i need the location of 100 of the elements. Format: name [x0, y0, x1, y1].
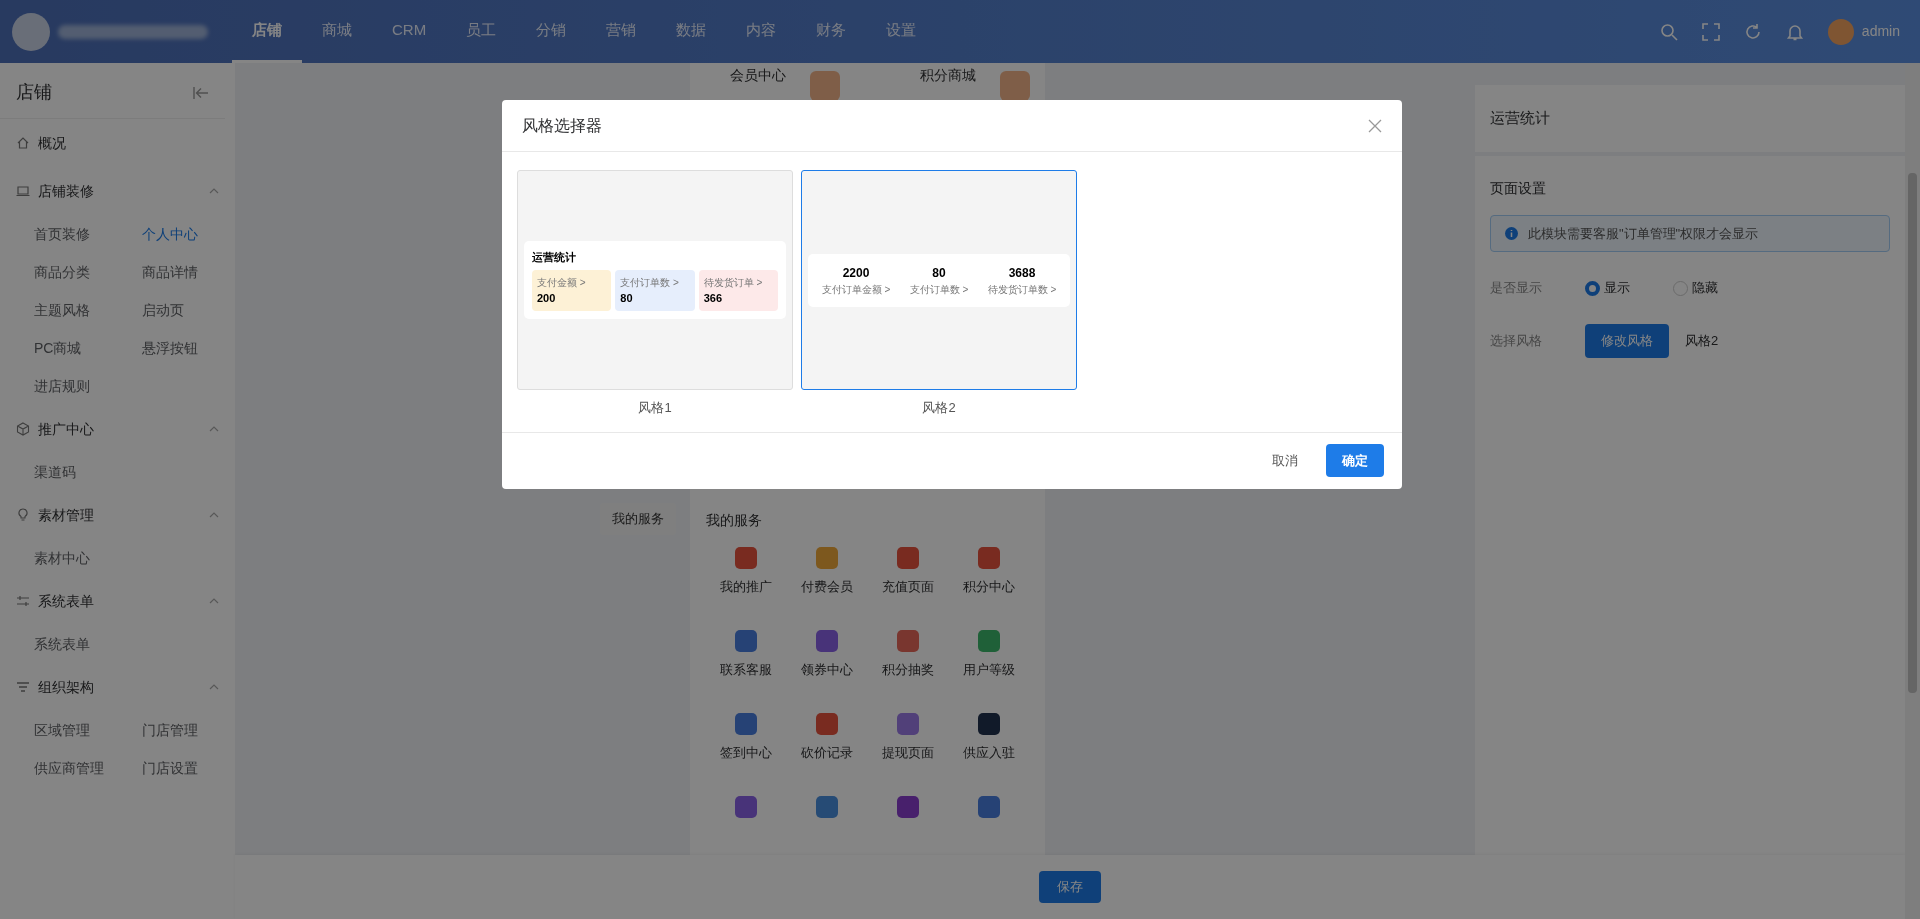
- sidebar-group-title[interactable]: 推广中心: [38, 418, 94, 440]
- service-label[interactable]: 充值页面: [881, 577, 934, 597]
- sidebar-item[interactable]: 首页装修: [34, 215, 142, 253]
- nav-tab[interactable]: 数据: [656, 0, 727, 63]
- nav-tab[interactable]: 设置: [866, 0, 937, 63]
- chevron-icon[interactable]: [209, 684, 219, 690]
- chevron-icon[interactable]: [209, 598, 219, 604]
- nav-tab[interactable]: CRM: [372, 0, 447, 63]
- home-icon: [16, 136, 30, 150]
- nav-tab[interactable]: 店铺: [232, 0, 302, 63]
- service-icon[interactable]: [977, 547, 1000, 569]
- style-value: 风格2: [1685, 332, 1719, 350]
- service-icon[interactable]: [896, 713, 919, 735]
- change-style-button[interactable]: 修改风格: [1585, 324, 1669, 358]
- sidebar-item[interactable]: 悬浮按钮: [142, 329, 250, 367]
- chevron-icon[interactable]: [209, 188, 219, 194]
- service-icon[interactable]: [977, 630, 1000, 652]
- section-title: 页面设置: [1490, 178, 1547, 198]
- sidebar-item[interactable]: 主题风格: [34, 291, 142, 329]
- cancel-button[interactable]: 取消: [1266, 449, 1304, 472]
- service-label[interactable]: 联系客服: [720, 660, 773, 680]
- service-icon[interactable]: [816, 630, 839, 652]
- search-icon[interactable]: [1659, 22, 1678, 41]
- nav-tab[interactable]: 内容: [726, 0, 797, 63]
- service-icon[interactable]: [816, 796, 839, 818]
- nav-tab[interactable]: 分销: [516, 0, 587, 63]
- radio-option[interactable]: 显示: [1585, 278, 1673, 298]
- service-label[interactable]: 领券中心: [801, 660, 854, 680]
- sidebar-group-title[interactable]: 组织架构: [38, 676, 94, 698]
- preview-title: 运营统计: [532, 250, 577, 265]
- service-label[interactable]: 积分中心: [962, 577, 1015, 597]
- sidebar-item[interactable]: PC商城: [34, 329, 142, 367]
- sidebar-group-title[interactable]: 系统表单: [38, 590, 94, 612]
- field-label: 是否显示: [1490, 279, 1543, 298]
- sidebar-item[interactable]: 渠道码: [34, 453, 142, 491]
- service-icon[interactable]: [977, 713, 1000, 735]
- nav-tab[interactable]: 员工: [446, 0, 517, 63]
- service-icon[interactable]: [735, 713, 758, 735]
- service-icon[interactable]: [735, 630, 758, 652]
- service-label[interactable]: 我的推广: [720, 577, 773, 597]
- service-icon[interactable]: [977, 796, 1000, 818]
- chevron-icon[interactable]: [209, 512, 219, 518]
- bulb-icon: [16, 508, 30, 522]
- sidebar-item[interactable]: 进店规则: [34, 367, 142, 405]
- fullscreen-icon[interactable]: [1701, 22, 1720, 41]
- sidebar-group-title[interactable]: 素材管理: [38, 504, 94, 526]
- service-icon[interactable]: [735, 547, 758, 569]
- stat-label: 待发货订单数 >: [986, 282, 1058, 297]
- avatar[interactable]: [1827, 18, 1854, 45]
- stat-label: 支付订单金额 >: [820, 282, 892, 297]
- service-icon[interactable]: [896, 796, 919, 818]
- nav-tab[interactable]: 商城: [302, 0, 372, 63]
- refresh-icon[interactable]: [1743, 22, 1762, 41]
- style-name: 风格1: [638, 399, 672, 417]
- nav-tab[interactable]: 营销: [586, 0, 657, 63]
- style-name: 风格2: [922, 399, 956, 417]
- stat-tile: 支付金额 > 200: [532, 269, 612, 311]
- close-icon[interactable]: [1368, 118, 1382, 133]
- sidebar-item[interactable]: 供应商管理: [34, 749, 142, 787]
- sidebar-item[interactable]: 素材中心: [34, 539, 142, 577]
- dialog-title: 风格选择器: [522, 115, 602, 136]
- scrollbar-thumb[interactable]: [1908, 173, 1917, 693]
- user-name[interactable]: admin: [1861, 21, 1900, 42]
- collapse-icon[interactable]: [193, 85, 209, 100]
- chevron-icon[interactable]: [209, 426, 219, 432]
- service-label[interactable]: 付费会员: [801, 577, 854, 597]
- service-label[interactable]: 签到中心: [720, 743, 773, 763]
- radio-option[interactable]: 隐藏: [1673, 278, 1761, 298]
- service-label[interactable]: 提现页面: [881, 743, 934, 763]
- info-icon: [1505, 226, 1518, 240]
- service-icon[interactable]: [816, 713, 839, 735]
- sidebar-item[interactable]: 个人中心: [142, 215, 250, 253]
- sidebar-title: 店铺: [16, 81, 52, 104]
- service-icon[interactable]: [896, 547, 919, 569]
- sidebar-item[interactable]: 启动页: [142, 291, 250, 329]
- service-label[interactable]: 积分抽奖: [881, 660, 934, 680]
- sidebar-item[interactable]: 商品分类: [34, 253, 142, 291]
- sidebar-item[interactable]: 门店设置: [142, 749, 250, 787]
- entry-title: 积分商城: [920, 66, 976, 85]
- service-label[interactable]: 用户等级: [962, 660, 1015, 680]
- stat-tile: 待发货订单 > 366: [698, 269, 778, 311]
- bell-icon[interactable]: [1785, 22, 1804, 41]
- save-button[interactable]: 保存: [1039, 871, 1101, 903]
- sidebar-item[interactable]: 门店管理: [142, 711, 250, 749]
- service-icon[interactable]: [735, 796, 758, 818]
- service-label[interactable]: 砍价记录: [801, 743, 854, 763]
- style-option-card[interactable]: 2200 支付订单金额 > 80 支付订单数 > 3688 待发货订单数 >: [801, 170, 1077, 390]
- panel-title: 运营统计: [1490, 108, 1551, 128]
- sidebar-item[interactable]: 商品详情: [142, 253, 250, 291]
- sidebar-link[interactable]: 概况: [38, 132, 66, 154]
- sidebar-item[interactable]: 系统表单: [34, 625, 142, 663]
- confirm-button[interactable]: 确定: [1326, 443, 1384, 478]
- style-option-card[interactable]: 运营统计 支付金额 > 200 支付订单数 > 80 待发货订单 > 366: [517, 170, 793, 390]
- logo-placeholder: [12, 12, 50, 51]
- service-icon[interactable]: [896, 630, 919, 652]
- nav-tab[interactable]: 财务: [796, 0, 867, 63]
- sliders-icon: [16, 594, 30, 608]
- sidebar-item[interactable]: 区域管理: [34, 711, 142, 749]
- sidebar-group-title[interactable]: 店铺装修: [38, 180, 94, 202]
- service-label[interactable]: 供应入驻: [962, 743, 1015, 763]
